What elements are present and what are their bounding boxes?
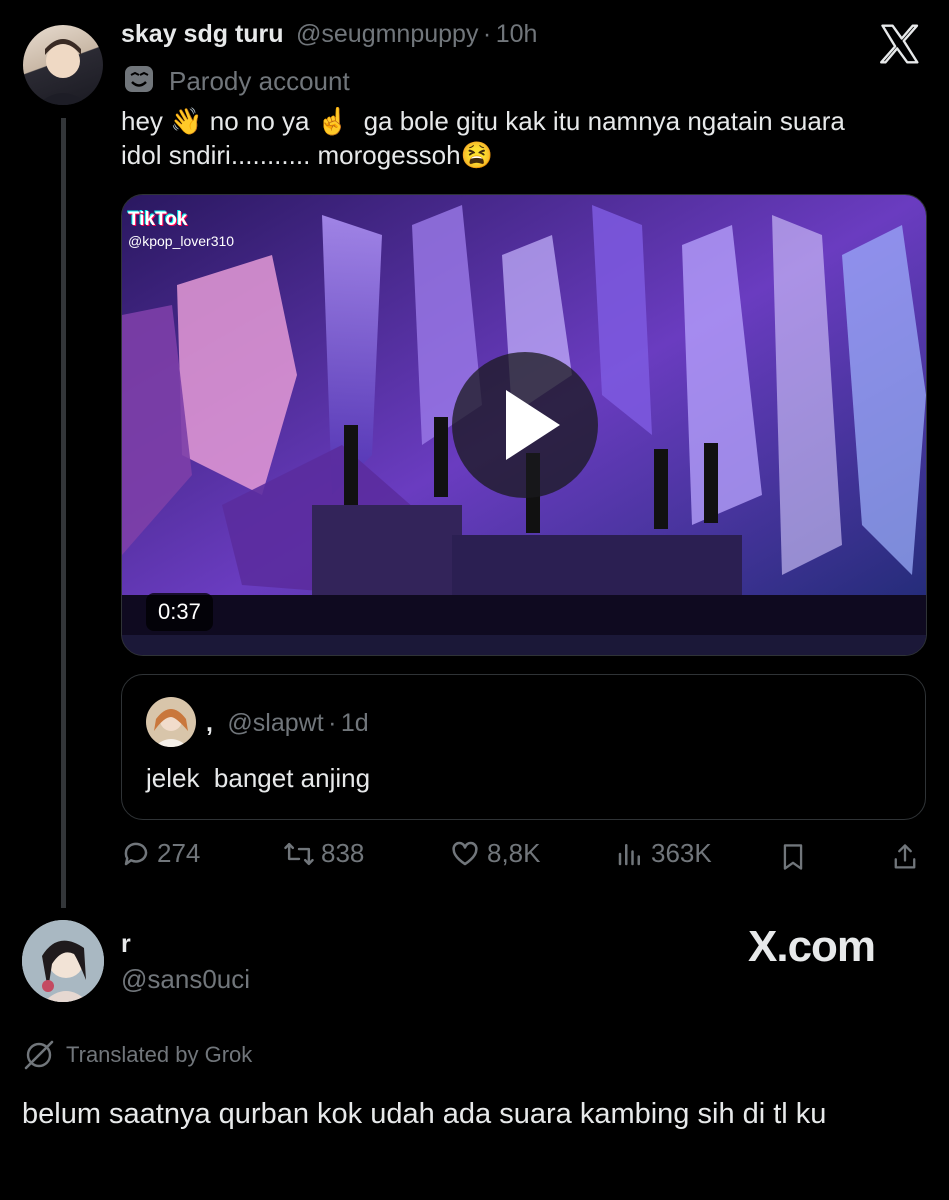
parody-mask-icon bbox=[123, 64, 155, 99]
parody-badge: Parody account bbox=[123, 64, 350, 99]
reply-avatar[interactable] bbox=[22, 920, 104, 1002]
parody-label: Parody account bbox=[169, 66, 350, 96]
bookmark-icon bbox=[783, 844, 803, 870]
quote-header: , @slapwt · 1d bbox=[206, 709, 369, 738]
like-count: 8,8K bbox=[487, 838, 541, 868]
reply-count: 274 bbox=[157, 838, 201, 868]
video-duration: 0:37 bbox=[146, 593, 213, 631]
reply-handle[interactable]: @sans0uci bbox=[121, 964, 250, 995]
bookmark-button[interactable] bbox=[779, 842, 807, 877]
quote-time[interactable]: 1d bbox=[341, 709, 369, 737]
like-button[interactable]: 8,8K bbox=[449, 838, 541, 869]
text-idol: idol sndiri........... morogessoh bbox=[121, 140, 461, 170]
views-button[interactable]: 363K bbox=[615, 838, 712, 869]
reply-icon bbox=[124, 842, 148, 865]
translation-label: Translated by Grok bbox=[22, 1040, 252, 1070]
quote-avatar[interactable] bbox=[146, 697, 196, 747]
handle[interactable]: @seugmnpuppy bbox=[296, 20, 478, 48]
repost-count: 838 bbox=[321, 838, 365, 868]
quote-separator: · bbox=[328, 709, 337, 737]
post-header: skay sdg turu @seugmnpuppy · 10h bbox=[121, 20, 537, 49]
share-icon bbox=[894, 844, 916, 869]
tired-emoji-icon: 😫 bbox=[460, 140, 493, 170]
like-icon bbox=[452, 841, 478, 865]
video-player[interactable]: TikTok @kpop_lover310 0:37 bbox=[121, 194, 927, 656]
quote-text: jelek banget anjing bbox=[146, 763, 371, 793]
reply-text: belum saatnya qurban kok udah ada suara … bbox=[22, 1098, 827, 1130]
avatar[interactable] bbox=[23, 25, 103, 105]
quoted-tweet[interactable]: , @slapwt · 1d jelek banget anjing bbox=[121, 674, 926, 820]
quote-display-name[interactable]: , bbox=[206, 709, 213, 737]
reply-display-name[interactable]: r bbox=[121, 930, 131, 959]
thread-line bbox=[61, 118, 66, 908]
repost-button[interactable]: 838 bbox=[283, 838, 364, 869]
tiktok-user: @kpop_lover310 bbox=[128, 233, 235, 249]
action-bar: 274 838 8,8K 363K bbox=[121, 838, 921, 878]
views-icon bbox=[618, 843, 640, 865]
share-button[interactable] bbox=[891, 842, 919, 877]
x-logo-icon bbox=[876, 22, 922, 66]
tiktok-logo: TikTok bbox=[128, 209, 188, 230]
post-text: hey 👋 no no ya ☝️ ga bole gitu kak itu n… bbox=[121, 104, 921, 172]
tiktok-watermark: TikTok @kpop_lover310 bbox=[128, 209, 234, 249]
wave-emoji-icon: 👋 bbox=[170, 106, 203, 136]
text-ga-bole: ga bole gitu kak itu namnya ngatain suar… bbox=[363, 106, 845, 136]
x-com-text: X.com bbox=[748, 922, 876, 971]
separator: · bbox=[482, 20, 492, 48]
repost-icon bbox=[284, 842, 314, 865]
view-count: 363K bbox=[651, 838, 712, 868]
translated-by-label[interactable]: Translated by Grok bbox=[66, 1042, 252, 1068]
play-icon bbox=[506, 390, 560, 460]
quote-handle[interactable]: @slapwt bbox=[227, 709, 323, 737]
reply-button[interactable]: 274 bbox=[121, 838, 200, 869]
play-button[interactable] bbox=[452, 352, 598, 498]
display-name[interactable]: skay sdg turu bbox=[121, 20, 284, 48]
post-time[interactable]: 10h bbox=[496, 20, 538, 48]
grok-icon bbox=[24, 1040, 54, 1070]
text-no-no: no no ya bbox=[209, 106, 310, 136]
text-hey: hey bbox=[121, 106, 163, 136]
x-com-watermark: X.com bbox=[748, 922, 876, 972]
point-up-emoji-icon: ☝️ bbox=[316, 106, 350, 136]
